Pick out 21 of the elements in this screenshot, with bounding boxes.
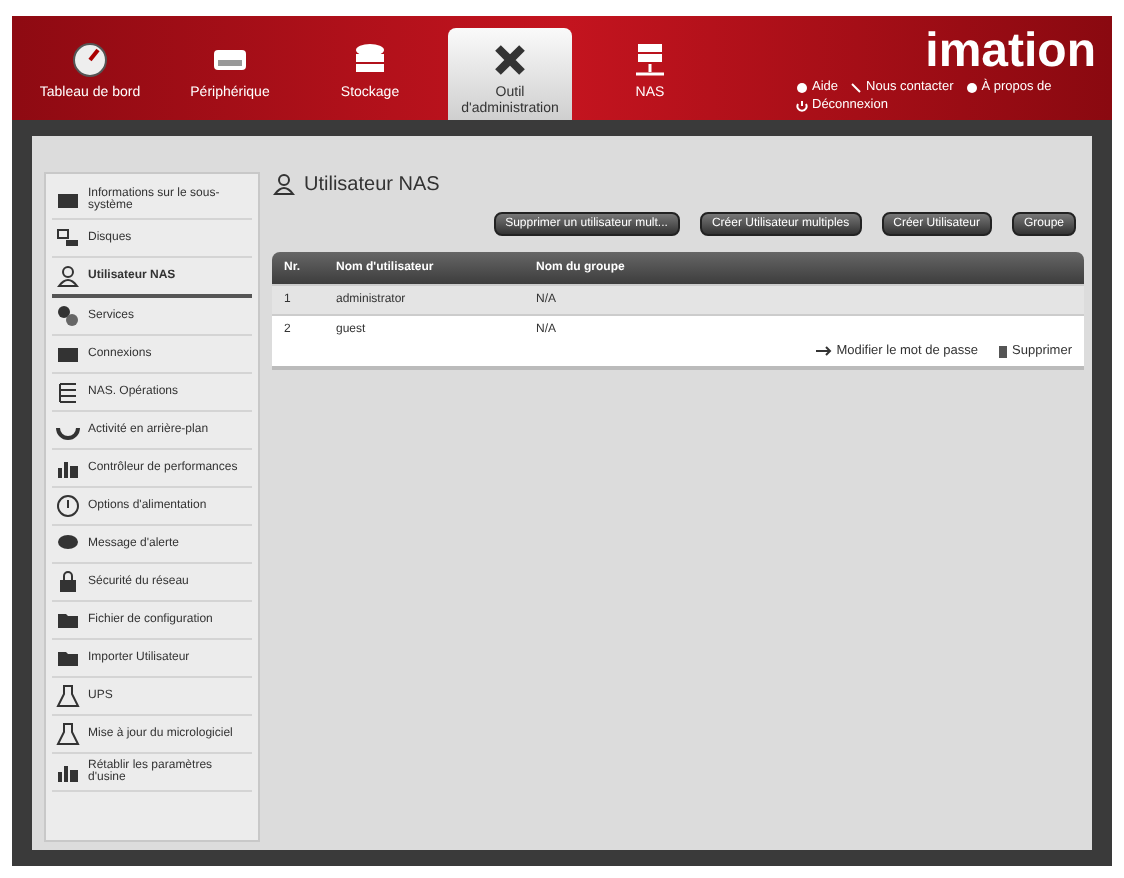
logo: imation bbox=[925, 24, 1096, 78]
disk-icon bbox=[56, 226, 80, 250]
trash-icon bbox=[998, 344, 1009, 358]
user-icon bbox=[56, 264, 80, 288]
box-icon bbox=[56, 342, 80, 366]
page-title: Utilisateur NAS bbox=[304, 173, 440, 195]
bar-chart-icon bbox=[56, 456, 80, 480]
bar-chart-icon bbox=[56, 760, 80, 784]
server-icon bbox=[630, 40, 670, 80]
flask-icon bbox=[56, 684, 80, 708]
arrow-icon bbox=[816, 346, 833, 356]
list-icon bbox=[56, 380, 80, 404]
folder-icon bbox=[56, 608, 80, 632]
power-icon bbox=[796, 99, 808, 111]
power-icon bbox=[56, 494, 80, 518]
box-icon bbox=[56, 188, 80, 212]
flask-icon bbox=[56, 722, 80, 746]
gauge-icon bbox=[70, 40, 110, 80]
folder-icon bbox=[56, 646, 80, 670]
user-icon bbox=[272, 172, 296, 196]
lock-icon bbox=[56, 570, 80, 594]
